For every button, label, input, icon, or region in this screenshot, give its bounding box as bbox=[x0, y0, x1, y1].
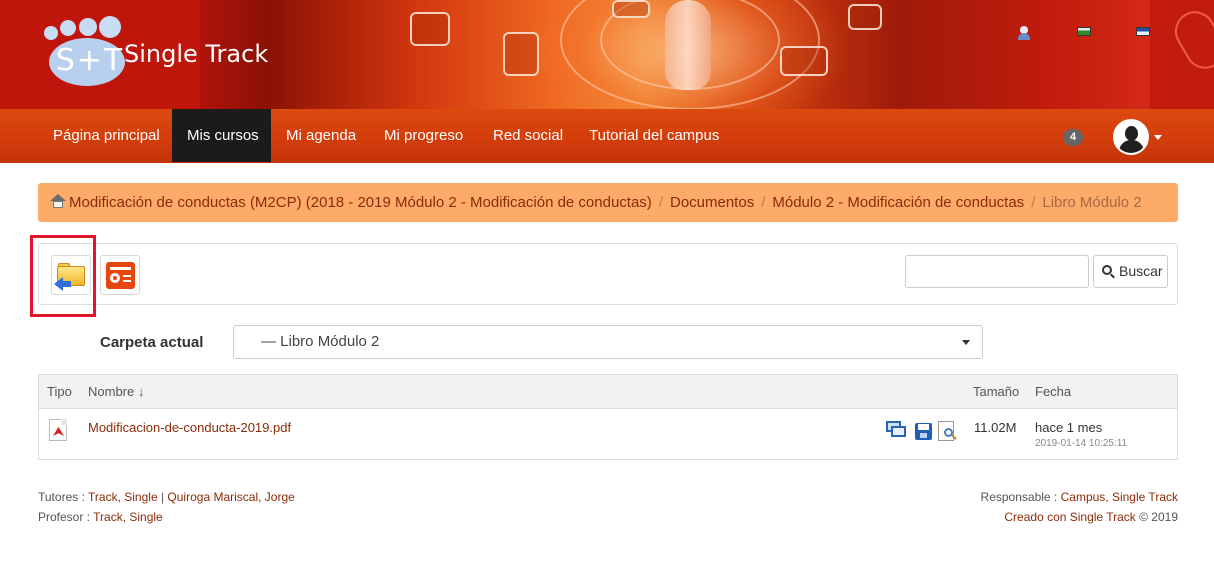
responsable-link[interactable]: Campus, Single Track bbox=[1061, 490, 1178, 504]
profesor-link[interactable]: Track, Single bbox=[93, 510, 163, 524]
user-profile-icon[interactable] bbox=[1017, 26, 1031, 40]
preview-icon[interactable] bbox=[937, 421, 957, 441]
site-logo[interactable]: S+T Single Track bbox=[42, 16, 292, 88]
home-icon[interactable] bbox=[50, 194, 66, 208]
language-flag-icon[interactable] bbox=[1077, 27, 1091, 36]
breadcrumb-course[interactable]: Modificación de conductas (M2CP) (2018 -… bbox=[69, 194, 652, 211]
floppy-label bbox=[918, 424, 929, 430]
breadcrumb-separator: / bbox=[658, 194, 663, 211]
presentation-icon-chart bbox=[110, 273, 120, 283]
file-size: 11.02M bbox=[974, 420, 1017, 435]
footer-profesor: Profesor : Track, Single bbox=[38, 510, 163, 524]
tutor-link[interactable]: Quiroga Mariscal, Jorge bbox=[167, 490, 294, 504]
file-date-relative: hace 1 mes bbox=[1035, 420, 1103, 435]
footer-credits: Creado con Single Track © 2019 bbox=[1004, 510, 1178, 524]
chevron-down-icon[interactable] bbox=[1154, 135, 1162, 140]
home-roof bbox=[50, 194, 66, 201]
presentation-icon-line bbox=[123, 275, 131, 277]
language-flag-icon[interactable] bbox=[1136, 27, 1150, 36]
breadcrumb-current: Libro Módulo 2 bbox=[1042, 194, 1142, 211]
tv-icon bbox=[780, 46, 828, 76]
window-front bbox=[891, 426, 906, 437]
pdf-file-icon bbox=[49, 419, 67, 441]
pdf-icon-fold bbox=[61, 419, 67, 425]
column-type[interactable]: Tipo bbox=[47, 375, 72, 409]
avatar-body bbox=[1119, 140, 1144, 153]
breadcrumb-separator: / bbox=[761, 194, 766, 211]
media-player-icon bbox=[503, 32, 539, 76]
pointing-finger bbox=[665, 0, 711, 90]
notification-badge[interactable]: 4 bbox=[1063, 129, 1083, 146]
current-folder-value: — Libro Módulo 2 bbox=[261, 333, 380, 350]
documents-toolbar: Buscar bbox=[38, 243, 1178, 305]
logo-initials: S+T bbox=[55, 43, 125, 78]
logo-bubble bbox=[60, 20, 76, 36]
nav-social[interactable]: Red social bbox=[478, 109, 578, 162]
footer-responsable: Responsable : Campus, Single Track bbox=[981, 490, 1178, 504]
file-name-link[interactable]: Modificacion-de-conducta-2019.pdf bbox=[88, 420, 291, 435]
floppy-shutter bbox=[920, 433, 927, 438]
pdf-icon-mark bbox=[53, 427, 64, 436]
current-folder-label: Carpeta actual bbox=[100, 334, 204, 351]
nav-tutorial[interactable]: Tutorial del campus bbox=[574, 109, 734, 162]
nav-progress[interactable]: Mi progreso bbox=[369, 109, 478, 162]
highlight-box bbox=[30, 235, 96, 317]
save-download-icon[interactable] bbox=[915, 421, 935, 441]
breadcrumb-separator: / bbox=[1031, 194, 1036, 211]
logo-bubble bbox=[99, 16, 121, 38]
presentation-icon-line bbox=[123, 280, 131, 282]
breadcrumb-module[interactable]: Módulo 2 - Modificación de conductas bbox=[772, 194, 1024, 211]
current-folder-select[interactable]: — Libro Módulo 2 bbox=[233, 325, 983, 359]
presentation-view-button[interactable] bbox=[100, 255, 140, 295]
tutor-link[interactable]: Track, Single bbox=[88, 490, 158, 504]
avatar-head bbox=[1125, 126, 1138, 141]
documents-table: Tipo Nombre ↓ Tamaño Fecha Modificacion-… bbox=[38, 374, 1178, 460]
search-icon-handle bbox=[1110, 273, 1115, 279]
main-navbar: Página principal Mis cursos Mi agenda Mi… bbox=[0, 109, 1214, 163]
column-size[interactable]: Tamaño bbox=[973, 375, 1019, 409]
nav-home[interactable]: Página principal bbox=[38, 109, 175, 162]
logo-bubble bbox=[79, 18, 97, 36]
nav-agenda[interactable]: Mi agenda bbox=[271, 109, 371, 162]
envelope-icon bbox=[612, 0, 650, 18]
footer-tutores: Tutores : Track, Single | Quiroga Marisc… bbox=[38, 490, 295, 504]
tutores-separator: | bbox=[157, 490, 168, 504]
presentation-icon-bar bbox=[110, 267, 131, 270]
column-date[interactable]: Fecha bbox=[1035, 375, 1071, 409]
user-avatar[interactable] bbox=[1113, 119, 1149, 155]
home-walls bbox=[53, 201, 63, 208]
powered-by-link[interactable]: Creado con Single Track bbox=[1004, 510, 1135, 524]
search-button[interactable]: Buscar bbox=[1093, 255, 1168, 288]
chevron-down-icon bbox=[962, 340, 970, 345]
column-name[interactable]: Nombre ↓ bbox=[88, 375, 144, 409]
search-button-label: Buscar bbox=[1119, 263, 1163, 279]
view-in-new-window-icon[interactable] bbox=[886, 421, 906, 441]
nav-my-courses[interactable]: Mis cursos bbox=[172, 109, 271, 162]
copyright-text: © 2019 bbox=[1135, 510, 1178, 524]
tutores-label: Tutores : bbox=[38, 490, 89, 504]
table-header: Tipo Nombre ↓ Tamaño Fecha bbox=[39, 375, 1177, 409]
search-input[interactable] bbox=[905, 255, 1089, 288]
file-date-exact: 2019-01-14 10:25:11 bbox=[1035, 438, 1128, 449]
breadcrumb: Modificación de conductas (M2CP) (2018 -… bbox=[38, 183, 1178, 222]
camera-icon bbox=[848, 4, 882, 30]
app-tile-icon bbox=[410, 12, 450, 46]
breadcrumb-documents[interactable]: Documentos bbox=[670, 194, 754, 211]
table-row: Modificacion-de-conducta-2019.pdf 11.02M… bbox=[39, 410, 1177, 459]
user-icon-body bbox=[1018, 33, 1030, 40]
brand-name: Single Track bbox=[124, 40, 269, 68]
responsable-label: Responsable : bbox=[980, 490, 1061, 504]
profesor-label: Profesor : bbox=[38, 510, 94, 524]
header-banner: S+T Single Track bbox=[0, 0, 1214, 109]
